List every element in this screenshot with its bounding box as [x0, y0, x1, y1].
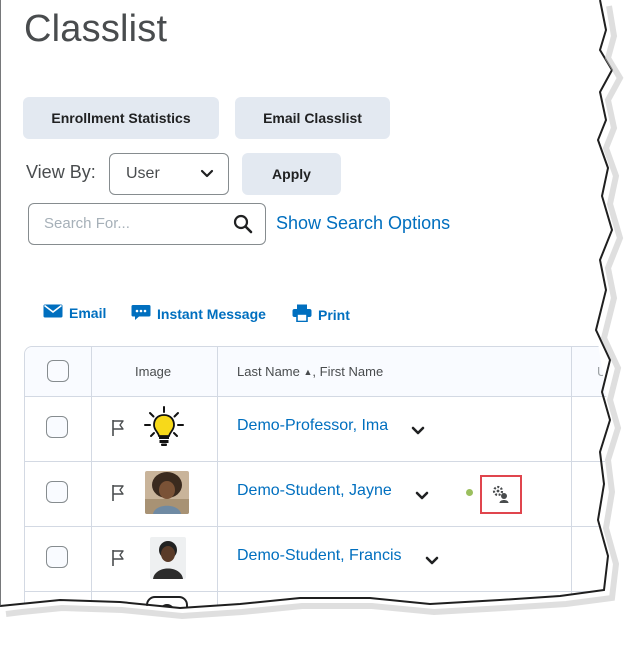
online-status-indicator — [466, 489, 473, 496]
flag-icon[interactable] — [111, 549, 125, 572]
flag-icon[interactable] — [111, 419, 125, 442]
user-name-link[interactable]: Demo-Student, Jayne — [237, 482, 392, 500]
student-photo-avatar — [150, 537, 186, 579]
email-toolbar-button[interactable]: Email — [43, 304, 106, 321]
row-divider — [25, 591, 612, 592]
highlight-box — [480, 475, 522, 514]
user-name-link[interactable]: Demo-Professor, Ima — [237, 417, 388, 435]
email-classlist-button[interactable]: Email Classlist — [235, 97, 390, 139]
next-column-header-partial: U — [597, 364, 607, 379]
user-name-link[interactable]: Demo-Student, Francis — [237, 547, 402, 565]
print-toolbar-label: Print — [318, 306, 350, 323]
chevron-down-icon[interactable] — [415, 488, 429, 506]
search-input[interactable]: Search For... — [28, 203, 266, 245]
email-toolbar-label: Email — [69, 304, 107, 321]
first-name-sort-link[interactable]: , First Name — [312, 364, 383, 379]
chevron-down-icon[interactable] — [425, 553, 439, 571]
chevron-down-icon[interactable] — [411, 423, 425, 441]
name-column-header[interactable]: Last Name ▲, First Name — [237, 364, 383, 379]
column-divider — [217, 347, 218, 608]
apply-button[interactable]: Apply — [242, 153, 341, 195]
search-icon[interactable] — [233, 214, 253, 239]
profile-placeholder-icon — [146, 596, 188, 608]
view-by-selected-value: User — [126, 165, 160, 182]
row-checkbox[interactable] — [46, 416, 68, 438]
page-title: Classlist — [24, 8, 168, 50]
chevron-down-icon — [200, 167, 214, 186]
show-search-options-link[interactable]: Show Search Options — [276, 213, 450, 234]
column-divider — [571, 347, 572, 608]
image-column-header: Image — [135, 364, 172, 379]
column-divider — [91, 347, 92, 608]
envelope-icon — [43, 304, 63, 321]
enrollment-statistics-button[interactable]: Enrollment Statistics — [23, 97, 219, 139]
instant-message-toolbar-label: Instant Message — [157, 306, 266, 322]
last-name-sort-link[interactable]: Last Name — [237, 364, 300, 379]
search-placeholder: Search For... — [44, 215, 130, 232]
chat-bubble-icon — [131, 304, 151, 324]
view-by-label: View By: — [26, 162, 96, 182]
classlist-page: Classlist Enrollment Statistics Email Cl… — [0, 0, 612, 608]
printer-icon — [292, 304, 312, 325]
row-divider — [25, 526, 612, 527]
lightbulb-icon — [141, 405, 187, 447]
instant-message-toolbar-button[interactable]: Instant Message — [131, 304, 266, 324]
view-by-select[interactable]: User — [109, 153, 229, 195]
row-divider — [25, 461, 612, 462]
flag-icon[interactable] — [111, 484, 125, 507]
student-photo-avatar — [145, 471, 189, 514]
row-checkbox[interactable] — [46, 481, 68, 503]
row-checkbox[interactable] — [46, 546, 68, 568]
select-all-checkbox[interactable] — [47, 360, 69, 382]
print-toolbar-button[interactable]: Print — [292, 304, 350, 325]
